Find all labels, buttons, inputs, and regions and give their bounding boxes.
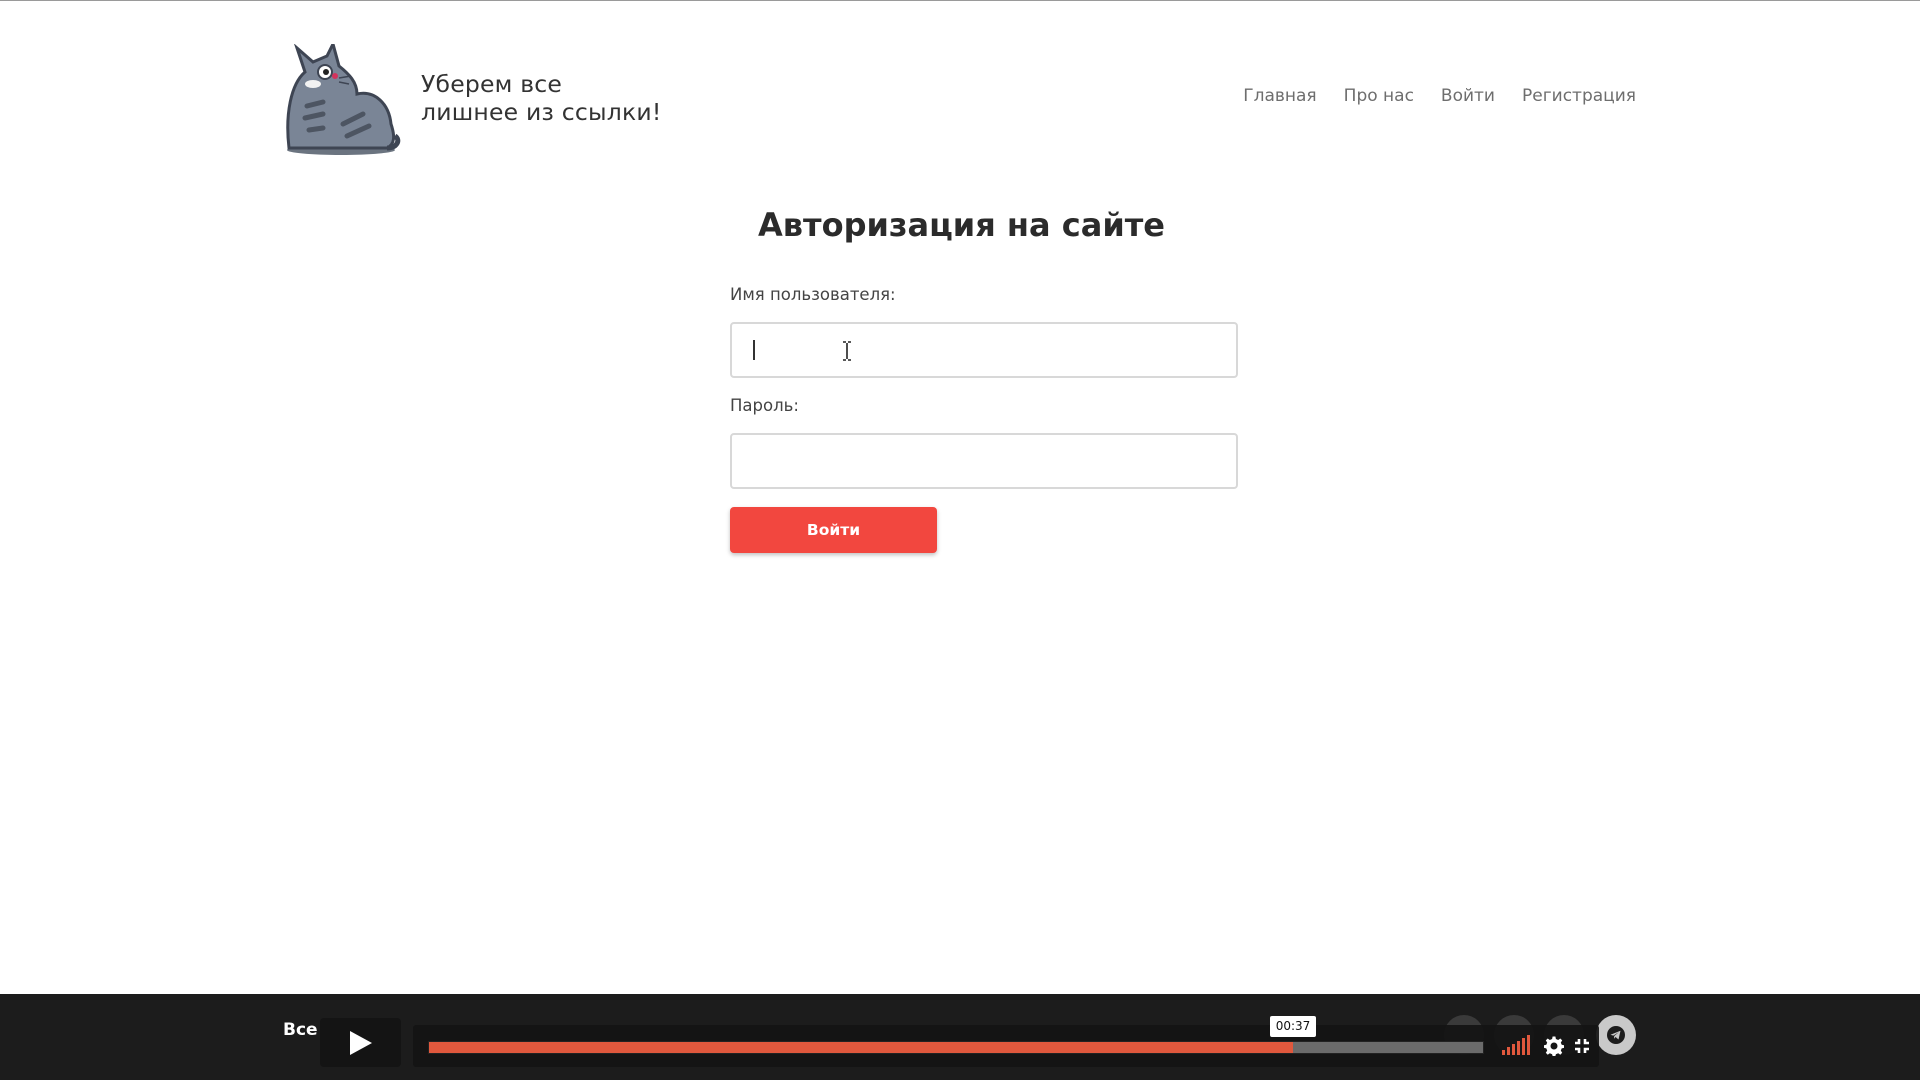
tagline-line-2: лишнее из ссылки! (421, 98, 662, 126)
username-input[interactable] (732, 324, 1236, 376)
password-label: Пароль: (730, 396, 799, 415)
volume-bar (1522, 1038, 1525, 1055)
cat-logo-icon[interactable] (283, 44, 401, 156)
current-time-tooltip: 00:37 (1270, 1016, 1316, 1037)
username-field-box (730, 322, 1238, 378)
footer-copyright: Все (283, 1020, 318, 1040)
telegram-icon (1607, 1026, 1625, 1044)
username-label: Имя пользователя: (730, 285, 896, 304)
page-title: Авторизация на сайте (758, 206, 1165, 244)
password-input[interactable] (732, 435, 1236, 487)
volume-bar (1517, 1041, 1520, 1055)
nav-link-login[interactable]: Войти (1441, 86, 1495, 106)
nav-link-home[interactable]: Главная (1243, 86, 1316, 106)
main-nav: Главная Про нас Войти Регистрация (1243, 86, 1636, 106)
site-tagline: Уберем все лишнее из ссылки! (421, 70, 681, 126)
seek-progress (429, 1042, 1294, 1053)
volume-button[interactable] (1502, 1035, 1530, 1055)
volume-bar (1512, 1044, 1515, 1055)
nav-link-about[interactable]: Про нас (1344, 86, 1414, 106)
video-controls-bar (413, 1025, 1599, 1067)
top-divider (0, 0, 1920, 1)
play-button[interactable] (320, 1018, 401, 1067)
volume-bar (1502, 1050, 1505, 1055)
gear-icon[interactable] (1544, 1036, 1564, 1056)
page: Уберем все лишнее из ссылки! Главная Про… (0, 0, 1920, 1080)
nav-link-register[interactable]: Регистрация (1522, 86, 1636, 106)
social-telegram-icon[interactable] (1596, 1015, 1636, 1055)
login-button[interactable]: Войти (730, 507, 937, 553)
seek-bar[interactable] (428, 1041, 1484, 1054)
play-icon (350, 1031, 372, 1055)
tagline-line-1: Уберем все (421, 70, 563, 98)
text-caret (753, 340, 755, 360)
ibeam-cursor-icon (843, 341, 851, 361)
volume-bar (1507, 1047, 1510, 1055)
volume-bar (1527, 1035, 1530, 1055)
password-field-box (730, 433, 1238, 489)
fullscreen-exit-icon[interactable] (1574, 1038, 1590, 1054)
